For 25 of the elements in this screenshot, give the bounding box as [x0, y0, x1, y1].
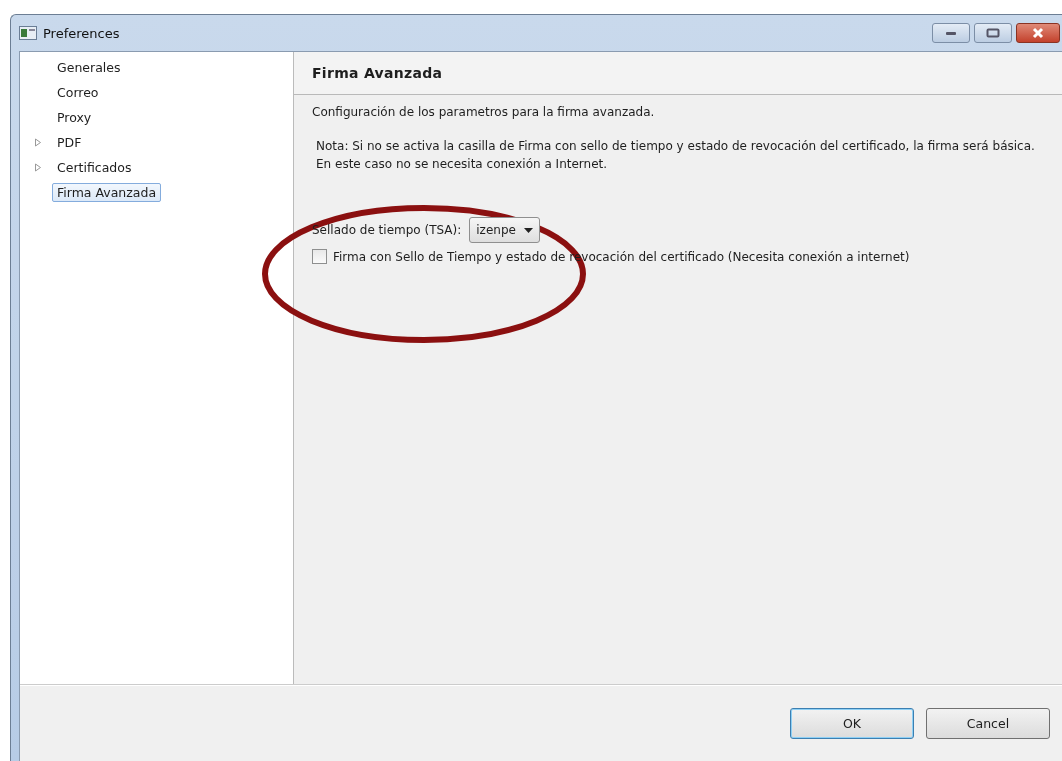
close-button[interactable] [1016, 23, 1060, 43]
collapsed-arrow-icon[interactable] [34, 163, 42, 172]
page-title: Firma Avanzada [312, 65, 443, 81]
window-title: Preferences [43, 25, 120, 41]
minimize-icon [945, 30, 957, 36]
sidebar-item[interactable]: Proxy [52, 108, 97, 127]
sidebar-item[interactable]: Firma Avanzada [52, 183, 162, 202]
collapsed-arrow-icon[interactable] [34, 138, 42, 147]
minimize-button[interactable] [932, 23, 970, 43]
tsa-dropdown[interactable]: izenpe [469, 217, 540, 243]
maximize-icon [986, 28, 1000, 38]
timestamp-checkbox[interactable] [312, 249, 327, 264]
close-icon [1031, 27, 1045, 39]
maximize-button[interactable] [974, 23, 1012, 43]
sidebar-item[interactable]: Correo [52, 83, 104, 102]
sidebar-item[interactable]: Certificados [52, 158, 137, 177]
sidebar-item[interactable]: Generales [52, 58, 126, 77]
dropdown-arrow-icon [523, 227, 533, 233]
sidebar-item[interactable]: PDF [52, 133, 87, 152]
ok-button[interactable]: OK [790, 708, 914, 739]
description-text: Configuración de los parametros para la firma avanzada. [312, 105, 656, 119]
tsa-label: Sellado de tiempo (TSA): [312, 223, 462, 237]
cancel-button[interactable]: Cancel [926, 708, 1050, 739]
window-icon [19, 26, 37, 40]
note-text: Nota: Si no se activa la casilla de Firma con sello de tiempo y estado de revocación del certificado, la firma será básica. En este caso no se necesita conexión a Internet. [315, 138, 1036, 173]
